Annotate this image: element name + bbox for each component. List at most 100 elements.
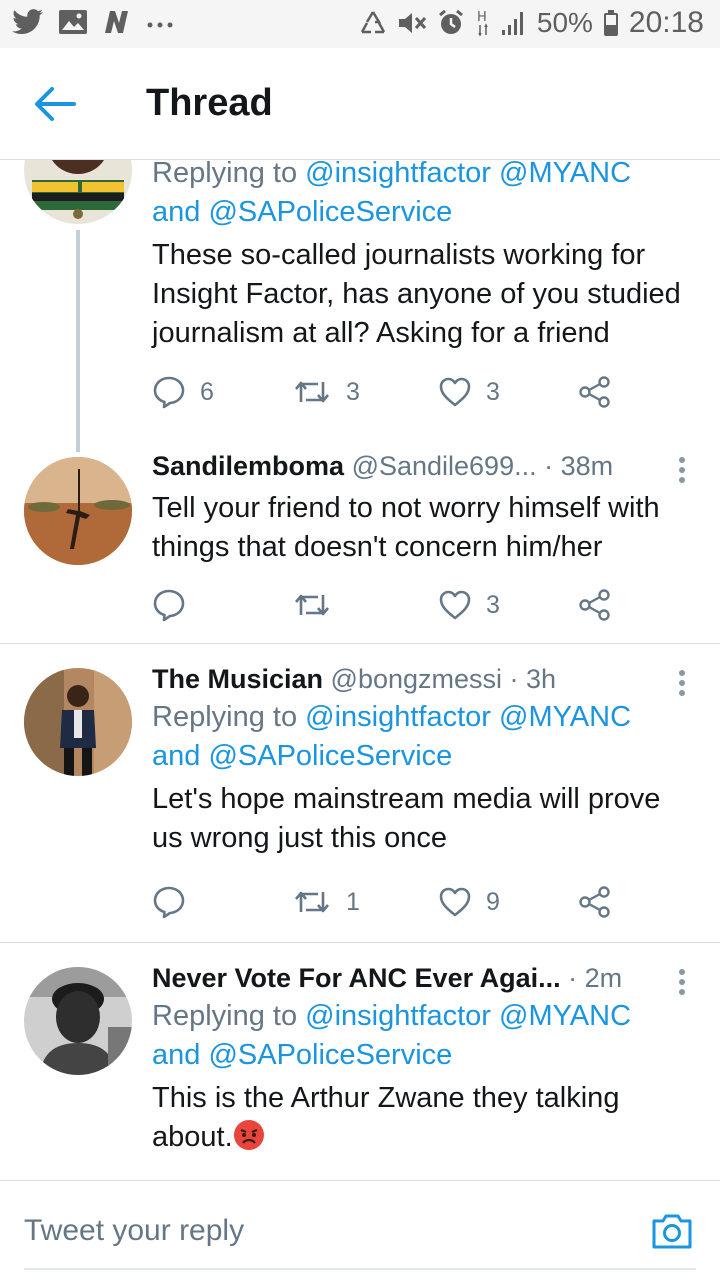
mention-link[interactable]: @insightfactor [305, 160, 491, 189]
like-count: 3 [486, 377, 500, 406]
mention-link[interactable]: @SAPoliceService [208, 196, 452, 228]
like-button[interactable]: 9 [438, 880, 500, 924]
twitter-icon [12, 9, 43, 35]
tweet-text-content: This is the Arthur Zwane they talking ab… [152, 1082, 620, 1153]
tweet-meta: Never Vote For ANC Ever Agai... · 2m [152, 959, 696, 997]
retweet-icon [295, 891, 329, 913]
handle[interactable]: @bongzmessi [331, 664, 502, 694]
mention-link[interactable]: @insightfactor [305, 701, 491, 733]
more-options-icon[interactable] [676, 457, 688, 487]
share-button[interactable] [578, 370, 612, 414]
svg-text:H: H [477, 10, 487, 25]
retweet-count: 3 [346, 377, 360, 406]
tweet-text: This is the Arthur Zwane they talking ab… [152, 1079, 696, 1157]
share-icon [579, 376, 610, 408]
tweet-meta: The Musician @bongzmessi · 3h [152, 660, 696, 698]
reply-underline [24, 1268, 696, 1270]
tweet[interactable]: The Musician @bongzmessi · 3h Replying t… [0, 644, 720, 942]
avatar[interactable] [24, 668, 132, 776]
retweet-icon [295, 381, 329, 403]
share-button[interactable] [578, 583, 612, 627]
tweet-body: Sandilemboma @Sandile699... · 38m Tell y… [152, 447, 696, 567]
tweet-actions: 3 [152, 583, 632, 627]
tweet-actions: 6 3 3 [152, 370, 632, 414]
replying-to: Replying to @insightfactor @MYANC and @S… [152, 997, 696, 1075]
tweet-text: These so-called journalists working for … [152, 239, 681, 349]
reply-button[interactable] [152, 583, 200, 627]
avatar[interactable] [24, 967, 132, 1075]
alarm-icon [438, 9, 463, 34]
like-button[interactable]: 3 [438, 370, 500, 414]
share-icon [579, 589, 610, 621]
replying-to: Replying to @insightfactor @MYANC and @S… [152, 160, 696, 232]
reply-button[interactable] [152, 880, 200, 924]
status-right-icons: H 50% 20:18 [359, 6, 704, 40]
mention-link[interactable]: @MYANC [499, 1000, 631, 1032]
status-bar: H 50% 20:18 [0, 0, 720, 48]
camera-icon[interactable] [650, 1211, 694, 1251]
battery-icon [603, 10, 618, 36]
and-word: and [152, 740, 201, 772]
page-title: Thread [146, 82, 273, 124]
reply-bar [0, 1180, 720, 1280]
heart-icon [439, 590, 471, 620]
status-left-icons [12, 8, 174, 36]
handle[interactable]: @Sandile699... [352, 451, 537, 481]
share-button[interactable] [578, 880, 612, 924]
retweet-button[interactable]: 3 [292, 370, 360, 414]
recycle-icon [360, 11, 385, 34]
tweet-body: Never Vote For ANC Ever Agai... · 2m Rep… [152, 959, 696, 1157]
timestamp: · 2m [568, 963, 623, 993]
display-name[interactable]: Sandilemboma [152, 451, 344, 481]
reply-count: 6 [200, 377, 214, 406]
tweet-body: Replying to @insightfactor @MYANC and @S… [152, 160, 696, 353]
and-word: and [152, 196, 201, 228]
retweet-button[interactable] [292, 583, 346, 627]
back-arrow-icon[interactable] [32, 84, 76, 124]
signal-icon [501, 12, 523, 35]
mute-icon [398, 13, 426, 33]
header: Thread [0, 48, 720, 160]
reply-prefix: Replying to [152, 701, 298, 733]
more-dots-icon [147, 22, 173, 28]
reply-icon [153, 589, 185, 622]
display-name[interactable]: Never Vote For ANC Ever Agai... [152, 963, 561, 993]
tweet[interactable]: Never Vote For ANC Ever Agai... · 2m Rep… [0, 943, 720, 1180]
avatar[interactable] [24, 160, 132, 224]
like-button[interactable]: 3 [438, 583, 500, 627]
tweet-meta: Sandilemboma @Sandile699... · 38m [152, 447, 696, 485]
and-word: and [152, 1039, 201, 1071]
h-signal-icon: H [477, 10, 488, 37]
reply-icon [153, 376, 185, 409]
replying-to: Replying to @insightfactor @MYANC and @S… [152, 698, 696, 776]
like-count: 3 [486, 590, 500, 619]
mention-link[interactable]: @SAPoliceService [208, 740, 452, 772]
retweet-icon [295, 594, 329, 616]
retweet-button[interactable]: 1 [292, 880, 360, 924]
clock: 20:18 [628, 6, 704, 39]
tweet-text: Let's hope mainstream media will prove u… [152, 783, 661, 854]
timestamp: · 38m [544, 451, 614, 481]
heart-icon [439, 377, 471, 407]
tweet-text: Tell your friend to not worry himself wi… [152, 492, 660, 563]
gallery-icon [59, 10, 87, 34]
mention-link[interactable]: @insightfactor [305, 1000, 491, 1032]
retweet-count: 1 [346, 887, 360, 916]
more-options-icon[interactable] [676, 670, 688, 700]
reply-button[interactable]: 6 [152, 370, 214, 414]
avatar[interactable] [24, 457, 132, 565]
share-icon [579, 886, 610, 918]
reply-prefix: Replying to [152, 1000, 298, 1032]
angry-face-emoji [233, 1120, 264, 1150]
mention-link[interactable]: @MYANC [499, 160, 631, 189]
thread-connector [76, 230, 80, 452]
mention-link[interactable]: @MYANC [499, 701, 631, 733]
display-name[interactable]: The Musician [152, 664, 323, 694]
tweet[interactable]: Sandilemboma @Sandile699... · 38m Tell y… [0, 445, 720, 643]
thread-list[interactable]: Replying to @insightfactor @MYANC and @S… [0, 160, 720, 1180]
reply-input[interactable] [24, 1211, 624, 1251]
mention-link[interactable]: @SAPoliceService [208, 1039, 452, 1071]
more-options-icon[interactable] [676, 969, 688, 999]
like-count: 9 [486, 887, 500, 916]
tweet[interactable]: Replying to @insightfactor @MYANC and @S… [0, 160, 720, 452]
